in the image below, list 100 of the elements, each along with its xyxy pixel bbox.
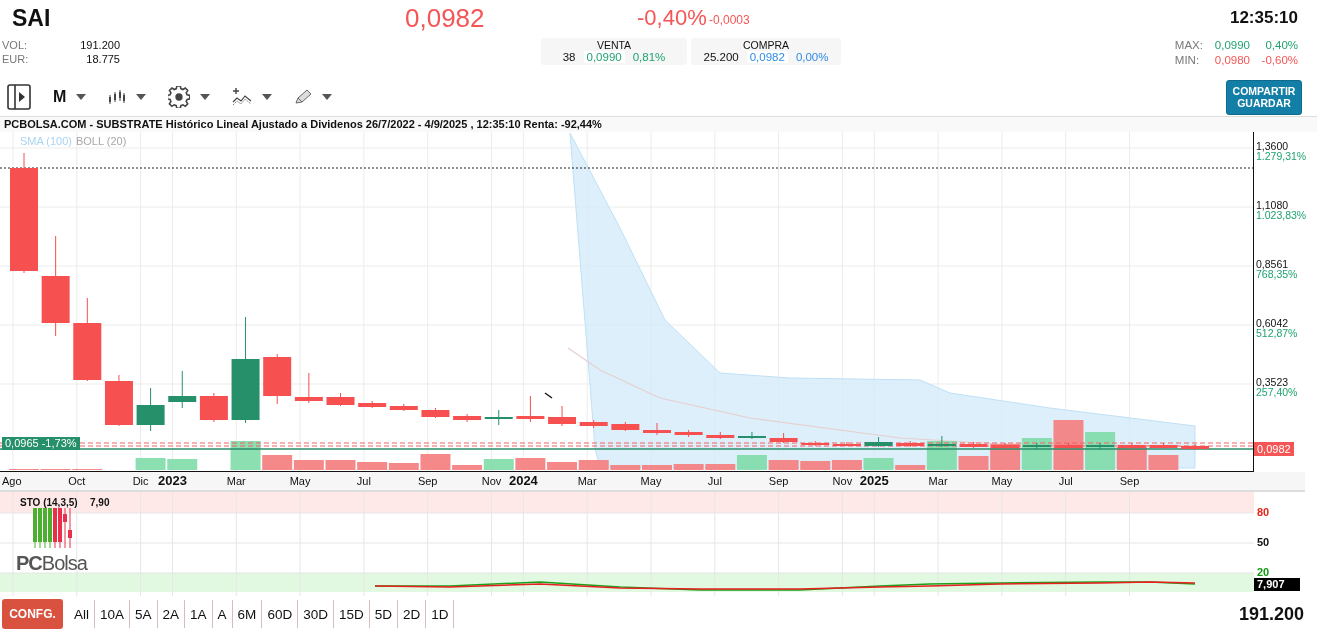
quote-time: 12:35:10 [1229, 8, 1298, 28]
pencil-icon[interactable] [294, 89, 313, 105]
last-price-tag: 0,0982 [1254, 442, 1294, 456]
caret-icon[interactable] [136, 94, 147, 100]
date-label: 2024 [508, 473, 538, 488]
period-button[interactable]: 5D [369, 600, 398, 628]
candlestick [1181, 443, 1210, 451]
candlestick [864, 436, 893, 448]
period-button[interactable]: 15D [333, 600, 370, 628]
side-panel-icon[interactable] [7, 84, 31, 110]
volume-bar [167, 459, 198, 470]
period-button[interactable]: 2A [157, 600, 186, 628]
date-label: Dic [132, 475, 149, 487]
price-tick: 1,1080 [1256, 200, 1289, 210]
quote-price: 0,0982 [746, 51, 788, 63]
range-percent: 0,40% [1264, 39, 1298, 51]
date-label: Ago [2, 475, 22, 487]
indicator-label: BOLL (20) [75, 135, 127, 147]
caret-icon[interactable] [200, 94, 211, 100]
stat-label: VOL: [2, 39, 28, 51]
quote-price: 0,0990 [583, 51, 625, 63]
caret-icon[interactable] [322, 94, 333, 100]
quote-percent: 0,00% [795, 51, 829, 63]
range-label: MAX: [1174, 39, 1204, 51]
quote-quantity: 38 [562, 51, 576, 63]
candlestick [737, 431, 766, 440]
candlestick [453, 413, 482, 423]
candlestick [421, 407, 450, 419]
oscillator-tick: 50 [1257, 536, 1270, 548]
date-label: Sep [417, 475, 438, 487]
candlestick [896, 440, 925, 448]
period-button[interactable]: 30D [298, 600, 334, 628]
candlestick [1086, 442, 1115, 450]
period-selector[interactable]: M [53, 88, 67, 106]
candlestick [959, 441, 988, 449]
stat-value: 18.775 [86, 53, 120, 65]
candlestick [516, 395, 545, 423]
candlestick [1054, 442, 1083, 450]
quote-percent: 0,81% [632, 51, 666, 63]
quote-quantity: 25.200 [703, 51, 739, 63]
price-tick: 0,6042 [1256, 318, 1289, 328]
date-label: 2023 [158, 473, 187, 488]
price-tick: 0,8561 [1256, 259, 1289, 269]
candlestick [1149, 442, 1178, 450]
date-label: May [640, 475, 662, 487]
percent-tick: 1.279,31% [1256, 151, 1307, 161]
candlestick [168, 370, 197, 409]
candlestick [294, 372, 323, 404]
candlestick [674, 429, 703, 438]
logo-text: PCBolsa [16, 552, 87, 575]
period-button[interactable]: 10A [95, 600, 131, 628]
stat-value: 191.200 [80, 39, 120, 51]
indicator-label: SMA (100) [20, 135, 72, 147]
date-label: 2025 [859, 473, 889, 488]
candlestick [611, 421, 640, 432]
percent-tick: 768,35% [1256, 269, 1298, 279]
caret-icon[interactable] [76, 94, 87, 100]
range-value: 0,0980 [1214, 54, 1250, 66]
add-indicator-icon[interactable] [232, 88, 253, 106]
candlestick [643, 422, 671, 436]
period-button[interactable]: 5A [130, 600, 158, 628]
range-value: 0,0990 [1214, 39, 1250, 51]
candlestick [358, 400, 387, 409]
candlestick [136, 387, 165, 432]
candlestick [263, 353, 292, 405]
candlestick [389, 403, 418, 412]
period-button[interactable]: 1D [426, 600, 455, 628]
period-button[interactable]: 6M [232, 600, 263, 628]
price-tick: 0,3523 [1256, 377, 1289, 387]
period-button[interactable]: 60D [262, 600, 299, 628]
candlestick [927, 435, 956, 448]
period-button[interactable]: 1A [185, 600, 213, 628]
range-label: MIN: [1174, 54, 1201, 66]
period-button[interactable]: A [212, 600, 233, 628]
date-label: Jul [1058, 475, 1073, 487]
ticker-symbol: SAI [12, 4, 51, 32]
percent-tick: 512,87% [1256, 328, 1298, 338]
date-label: Jul [356, 475, 371, 487]
settings-icon[interactable] [168, 86, 191, 108]
date-label: Mar [226, 475, 246, 487]
caret-icon[interactable] [262, 94, 273, 100]
candlestick [104, 374, 133, 427]
logo-candles-icon [32, 508, 72, 548]
volume-bar [800, 461, 831, 470]
price-tick: 1,3600 [1256, 141, 1289, 151]
period-button[interactable]: 2D [397, 600, 427, 628]
config-button[interactable]: CONFG. [2, 599, 63, 629]
change-amount: -0,0003 [709, 13, 750, 27]
share-save-button[interactable]: COMPARTIR GUARDAR [1226, 79, 1302, 115]
candlestick [548, 405, 577, 427]
reference-price-tag: 0,0965 -1,73% [2, 437, 80, 450]
candlestick-icon[interactable] [108, 89, 127, 105]
date-label: May [289, 475, 311, 487]
candlestick [579, 419, 608, 429]
percent-tick: 257,40% [1256, 387, 1298, 397]
candlestick [706, 431, 735, 440]
quote-title: VENTA [596, 39, 632, 51]
candlestick [1022, 442, 1051, 450]
date-label: Jul [707, 475, 722, 487]
period-button[interactable]: All [69, 600, 95, 628]
